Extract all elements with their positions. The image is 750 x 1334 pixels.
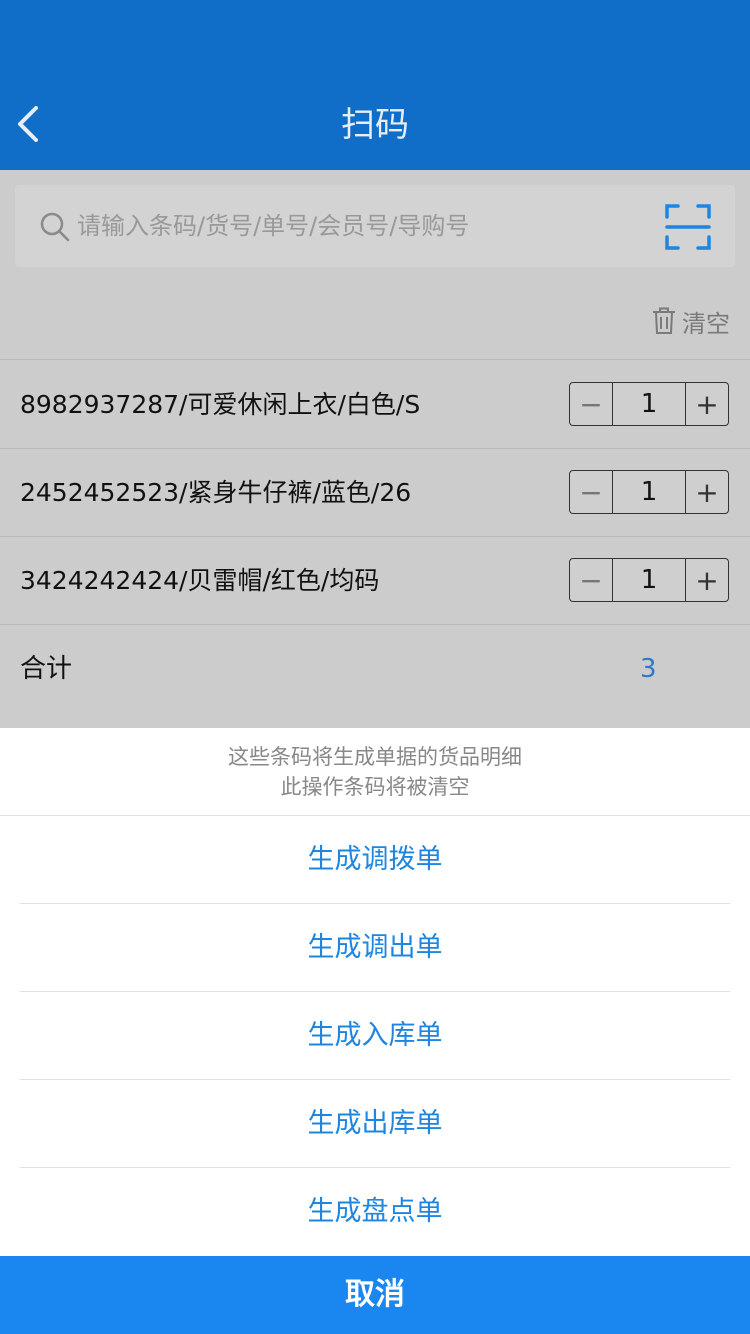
header-bar: 扫码 — [0, 0, 750, 170]
create-stock-out-order-button[interactable]: 生成出库单 — [20, 1080, 730, 1168]
quantity-value[interactable]: 1 — [613, 559, 685, 601]
message-line-1: 这些条码将生成单据的货品明细 — [228, 744, 522, 769]
list-item: 8982937287/可爱休闲上衣/白色/S − 1 + — [0, 361, 750, 449]
search-icon — [40, 212, 70, 242]
total-value: 3 — [640, 654, 657, 684]
barcode-list: 8982937287/可爱休闲上衣/白色/S − 1 + 2452452523/… — [0, 361, 750, 625]
list-item: 2452452523/紧身牛仔裤/蓝色/26 − 1 + — [0, 449, 750, 537]
increase-button[interactable]: + — [685, 559, 728, 601]
search-area — [0, 170, 750, 282]
total-row: 合计 3 — [0, 625, 750, 713]
increase-button[interactable]: + — [685, 471, 728, 513]
app-screen: 扫码 请输入条码/货号/单号/会员号/导购号 清空 8982937287/可爱休… — [0, 0, 750, 1334]
message-line-2: 此操作条码将被清空 — [280, 774, 470, 799]
cancel-button[interactable]: 取消 — [0, 1256, 750, 1334]
clear-button[interactable]: 清空 — [652, 304, 730, 338]
clear-label: 清空 — [682, 309, 730, 338]
create-transfer-out-order-button[interactable]: 生成调出单 — [20, 904, 730, 992]
item-label: 3424242424/贝雷帽/红色/均码 — [20, 566, 380, 595]
item-label: 2452452523/紧身牛仔裤/蓝色/26 — [20, 478, 412, 507]
create-transfer-order-button[interactable]: 生成调拨单 — [20, 816, 730, 904]
decrease-button[interactable]: − — [570, 383, 613, 425]
total-label: 合计 — [20, 654, 73, 684]
quantity-value[interactable]: 1 — [613, 383, 685, 425]
search-input[interactable] — [77, 203, 637, 249]
list-item: 3424242424/贝雷帽/红色/均码 − 1 + — [0, 537, 750, 625]
create-stock-in-order-button[interactable]: 生成入库单 — [20, 992, 730, 1080]
item-label: 8982937287/可爱休闲上衣/白色/S — [20, 390, 421, 419]
quantity-value[interactable]: 1 — [613, 471, 685, 513]
quantity-stepper: − 1 + — [569, 382, 729, 426]
scan-button[interactable] — [665, 203, 711, 251]
search-box — [15, 185, 735, 267]
page-title: 扫码 — [341, 105, 409, 145]
create-inventory-order-button[interactable]: 生成盘点单 — [20, 1168, 730, 1256]
scan-icon — [665, 204, 711, 250]
quantity-stepper: − 1 + — [569, 558, 729, 602]
decrease-button[interactable]: − — [570, 471, 613, 513]
decrease-button[interactable]: − — [570, 559, 613, 601]
quantity-stepper: − 1 + — [569, 470, 729, 514]
trash-icon — [653, 307, 675, 334]
action-sheet-message: 这些条码将生成单据的货品明细 此操作条码将被清空 — [0, 728, 750, 816]
list-toolbar: 清空 — [0, 282, 750, 360]
increase-button[interactable]: + — [685, 383, 728, 425]
action-sheet: 这些条码将生成单据的货品明细 此操作条码将被清空 生成调拨单 生成调出单 生成入… — [0, 728, 750, 1334]
